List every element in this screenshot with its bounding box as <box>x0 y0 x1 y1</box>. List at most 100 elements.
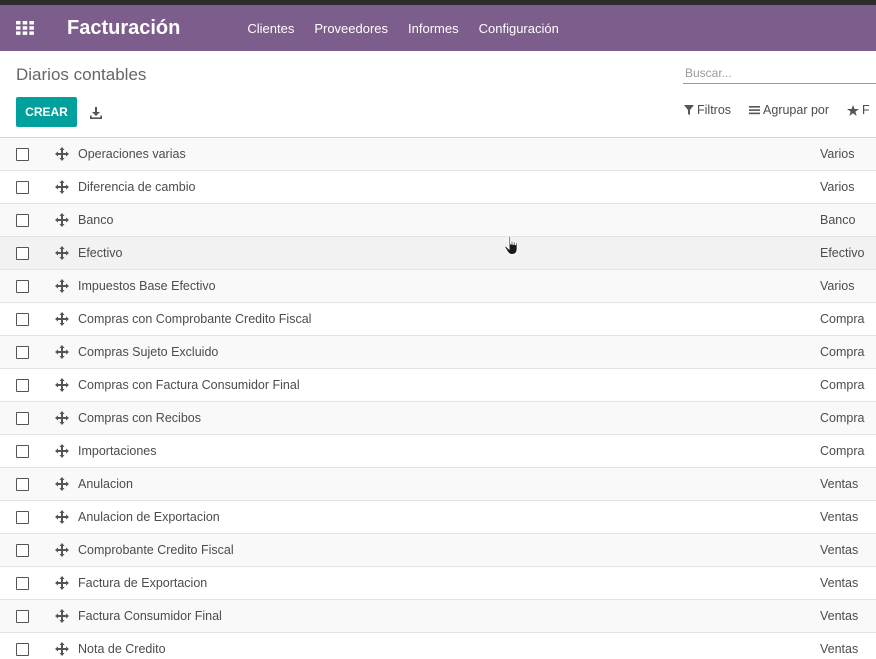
breadcrumb: Diarios contables <box>16 65 147 84</box>
menu-clientes[interactable]: Clientes <box>237 21 304 36</box>
journal-type: Compra <box>820 312 865 326</box>
journal-type: Efectivo <box>820 246 865 260</box>
journal-name: Compras con Comprobante Credito Fiscal <box>78 312 312 326</box>
drag-handle-icon[interactable] <box>55 279 69 293</box>
main-navbar: Facturación Clientes Proveedores Informe… <box>0 5 876 51</box>
drag-handle-icon[interactable] <box>55 444 69 458</box>
journal-name: Anulacion <box>78 477 133 491</box>
table-row[interactable]: Operaciones varias Varios <box>0 138 876 171</box>
table-row[interactable]: Importaciones Compra <box>0 435 876 468</box>
group-by-label: Agrupar por <box>763 103 830 117</box>
journal-type: Compra <box>820 411 865 425</box>
journal-name: Anulacion de Exportacion <box>78 510 220 524</box>
row-checkbox[interactable] <box>16 577 29 590</box>
drag-handle-icon[interactable] <box>55 345 69 359</box>
table-row[interactable]: Impuestos Base Efectivo Varios <box>0 270 876 303</box>
journal-name: Banco <box>78 213 114 227</box>
search-box <box>683 63 876 84</box>
search-options: Filtros Agrupar por F <box>684 103 876 117</box>
row-checkbox[interactable] <box>16 379 29 392</box>
row-checkbox[interactable] <box>16 511 29 524</box>
drag-handle-icon[interactable] <box>55 246 69 260</box>
app-title[interactable]: Facturación <box>67 17 180 40</box>
drag-handle-icon[interactable] <box>55 312 69 326</box>
drag-handle-icon[interactable] <box>55 411 69 425</box>
journal-type: Compra <box>820 378 865 392</box>
journal-type: Ventas <box>820 510 859 524</box>
drag-handle-icon[interactable] <box>55 510 69 524</box>
list-icon <box>749 106 761 115</box>
drag-handle-icon[interactable] <box>55 378 69 392</box>
table-row[interactable]: Compras Sujeto Excluido Compra <box>0 336 876 369</box>
drag-handle-icon[interactable] <box>55 213 69 227</box>
menu-informes[interactable]: Informes <box>398 21 469 36</box>
journal-type: Ventas <box>820 576 859 590</box>
row-checkbox[interactable] <box>16 643 29 656</box>
row-checkbox[interactable] <box>16 280 29 293</box>
apps-grid-icon[interactable] <box>0 5 50 51</box>
row-checkbox[interactable] <box>16 445 29 458</box>
star-icon <box>847 104 860 116</box>
favorites-label: F <box>862 103 870 117</box>
favorites-dropdown[interactable]: F <box>847 103 870 117</box>
journal-name: Nota de Credito <box>78 642 166 656</box>
filters-dropdown[interactable]: Filtros <box>684 103 731 117</box>
journals-list: Operaciones varias Varios Diferencia de … <box>0 138 876 659</box>
journal-type: Ventas <box>820 543 859 557</box>
drag-handle-icon[interactable] <box>55 543 69 557</box>
journal-name: Operaciones varias <box>78 147 186 161</box>
menu-proveedores[interactable]: Proveedores <box>304 21 398 36</box>
table-row[interactable]: Compras con Factura Consumidor Final Com… <box>0 369 876 402</box>
create-button[interactable]: CREAR <box>16 97 77 127</box>
journal-name: Efectivo <box>78 246 123 260</box>
journal-type: Varios <box>820 279 855 293</box>
table-row[interactable]: Factura de Exportacion Ventas <box>0 567 876 600</box>
drag-handle-icon[interactable] <box>55 642 69 656</box>
journal-type: Compra <box>820 444 865 458</box>
filters-label: Filtros <box>697 103 732 117</box>
row-checkbox[interactable] <box>16 313 29 326</box>
top-menu: Clientes Proveedores Informes Configurac… <box>237 21 568 36</box>
row-checkbox[interactable] <box>16 544 29 557</box>
journal-name: Compras Sujeto Excluido <box>78 345 219 359</box>
journal-type: Ventas <box>820 609 859 623</box>
journal-type: Banco <box>820 213 856 227</box>
journal-name: Importaciones <box>78 444 157 458</box>
table-row[interactable]: Nota de Credito Ventas <box>0 633 876 659</box>
table-row[interactable]: Diferencia de cambio Varios <box>0 171 876 204</box>
row-checkbox[interactable] <box>16 181 29 194</box>
table-row[interactable]: Anulacion de Exportacion Ventas <box>0 501 876 534</box>
drag-handle-icon[interactable] <box>55 576 69 590</box>
row-checkbox[interactable] <box>16 346 29 359</box>
drag-handle-icon[interactable] <box>55 477 69 491</box>
table-row[interactable]: Compras con Comprobante Credito Fiscal C… <box>0 303 876 336</box>
download-icon[interactable] <box>86 103 106 123</box>
group-by-dropdown[interactable]: Agrupar por <box>749 103 829 117</box>
row-checkbox[interactable] <box>16 148 29 161</box>
journal-type: Ventas <box>820 642 859 656</box>
drag-handle-icon[interactable] <box>55 147 69 161</box>
row-checkbox[interactable] <box>16 412 29 425</box>
filter-icon <box>684 105 694 115</box>
search-input[interactable] <box>683 63 876 83</box>
table-row[interactable]: Compras con Recibos Compra <box>0 402 876 435</box>
table-row[interactable]: Anulacion Ventas <box>0 468 876 501</box>
journal-type: Compra <box>820 345 865 359</box>
table-row[interactable]: Banco Banco <box>0 204 876 237</box>
drag-handle-icon[interactable] <box>55 609 69 623</box>
table-row[interactable]: Efectivo Efectivo <box>0 237 876 270</box>
row-checkbox[interactable] <box>16 478 29 491</box>
table-row[interactable]: Factura Consumidor Final Ventas <box>0 600 876 633</box>
row-checkbox[interactable] <box>16 247 29 260</box>
journal-type: Varios <box>820 180 855 194</box>
journal-name: Factura de Exportacion <box>78 576 208 590</box>
menu-configuracion[interactable]: Configuración <box>469 21 569 36</box>
journal-name: Impuestos Base Efectivo <box>78 279 216 293</box>
journal-name: Compras con Recibos <box>78 411 201 425</box>
table-row[interactable]: Comprobante Credito Fiscal Ventas <box>0 534 876 567</box>
row-checkbox[interactable] <box>16 214 29 227</box>
journal-name: Comprobante Credito Fiscal <box>78 543 234 557</box>
row-checkbox[interactable] <box>16 610 29 623</box>
journal-type: Ventas <box>820 477 859 491</box>
drag-handle-icon[interactable] <box>55 180 69 194</box>
